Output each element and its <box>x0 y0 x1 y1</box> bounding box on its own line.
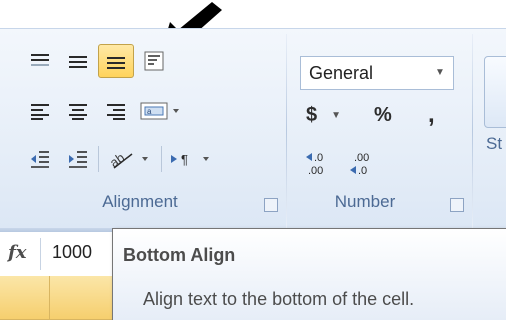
comma-style-button[interactable]: , <box>428 100 435 130</box>
svg-text:.0: .0 <box>314 152 323 164</box>
text-direction-icon: ¶ <box>171 152 209 167</box>
alignment-row-1 <box>22 44 172 78</box>
increase-indent-icon <box>69 151 87 168</box>
comma-symbol: , <box>428 101 435 128</box>
percent-button[interactable]: % <box>374 100 392 130</box>
decrease-indent-icon <box>31 151 49 168</box>
bottom-align-icon <box>107 57 125 69</box>
align-right-icon <box>107 104 125 120</box>
merge-center-icon: a <box>140 102 179 120</box>
insert-function-icon[interactable]: fx <box>8 242 26 263</box>
increase-decimal-icon: .0.00 <box>306 152 323 177</box>
wrap-text-icon <box>144 51 164 71</box>
styles-group-label: St <box>486 134 503 153</box>
center-button[interactable] <box>60 94 96 128</box>
column-header[interactable] <box>0 276 50 320</box>
currency-symbol: $ <box>306 103 318 126</box>
number-format-value: General <box>309 62 374 83</box>
separator <box>161 146 162 172</box>
percent-symbol: % <box>374 103 392 126</box>
chevron-down-icon: ▼ <box>331 109 342 121</box>
group-separator <box>472 34 473 228</box>
number-dialog-launcher-icon[interactable] <box>450 198 464 212</box>
alignment-dialog-launcher-icon[interactable] <box>264 198 278 212</box>
text-direction-button[interactable]: ¶ <box>164 142 222 176</box>
svg-text:.0: .0 <box>358 165 367 177</box>
formula-input[interactable]: 1000 <box>52 242 92 263</box>
decrease-decimal-button[interactable]: .00.0 <box>348 148 382 183</box>
merge-center-button[interactable]: a <box>136 94 186 128</box>
number-format-select[interactable]: General ▼ <box>300 56 454 90</box>
alignment-row-2: a <box>22 94 186 128</box>
styles-gallery[interactable] <box>484 56 506 128</box>
bottom-align-button[interactable] <box>98 44 134 78</box>
tooltip: Bottom Align Align text to the bottom of… <box>112 228 506 320</box>
alignment-row-3: ab ¶ <box>22 142 222 176</box>
currency-button[interactable]: $ ▼ <box>306 100 341 130</box>
svg-text:.00: .00 <box>354 152 369 164</box>
group-separator <box>286 34 287 228</box>
align-left-button[interactable] <box>22 94 58 128</box>
svg-text:a: a <box>147 107 152 116</box>
svg-text:¶: ¶ <box>181 152 188 167</box>
tooltip-title: Bottom Align <box>123 245 236 265</box>
increase-decimal-button[interactable]: .0.00 <box>304 148 338 183</box>
middle-align-icon <box>69 56 87 68</box>
separator <box>40 238 41 270</box>
top-align-button[interactable] <box>22 44 58 78</box>
number-group-label: Number <box>334 192 396 211</box>
separator <box>98 146 99 172</box>
decrease-indent-button[interactable] <box>22 142 58 176</box>
orientation-icon: ab <box>107 150 148 170</box>
wrap-text-button[interactable] <box>136 44 172 78</box>
align-left-icon <box>31 104 49 120</box>
increase-indent-button[interactable] <box>60 142 96 176</box>
align-right-button[interactable] <box>98 94 134 128</box>
orientation-button[interactable]: ab <box>101 142 159 176</box>
center-icon <box>69 104 87 120</box>
alignment-group-label: Alignment <box>102 192 178 211</box>
svg-text:.00: .00 <box>308 165 323 177</box>
middle-align-button[interactable] <box>60 44 96 78</box>
chevron-down-icon[interactable]: ▼ <box>433 65 447 79</box>
top-align-icon <box>31 54 49 66</box>
tooltip-description: Align text to the bottom of the cell. <box>143 289 415 309</box>
decrease-decimal-icon: .00.0 <box>350 152 369 177</box>
column-header[interactable] <box>50 276 120 320</box>
